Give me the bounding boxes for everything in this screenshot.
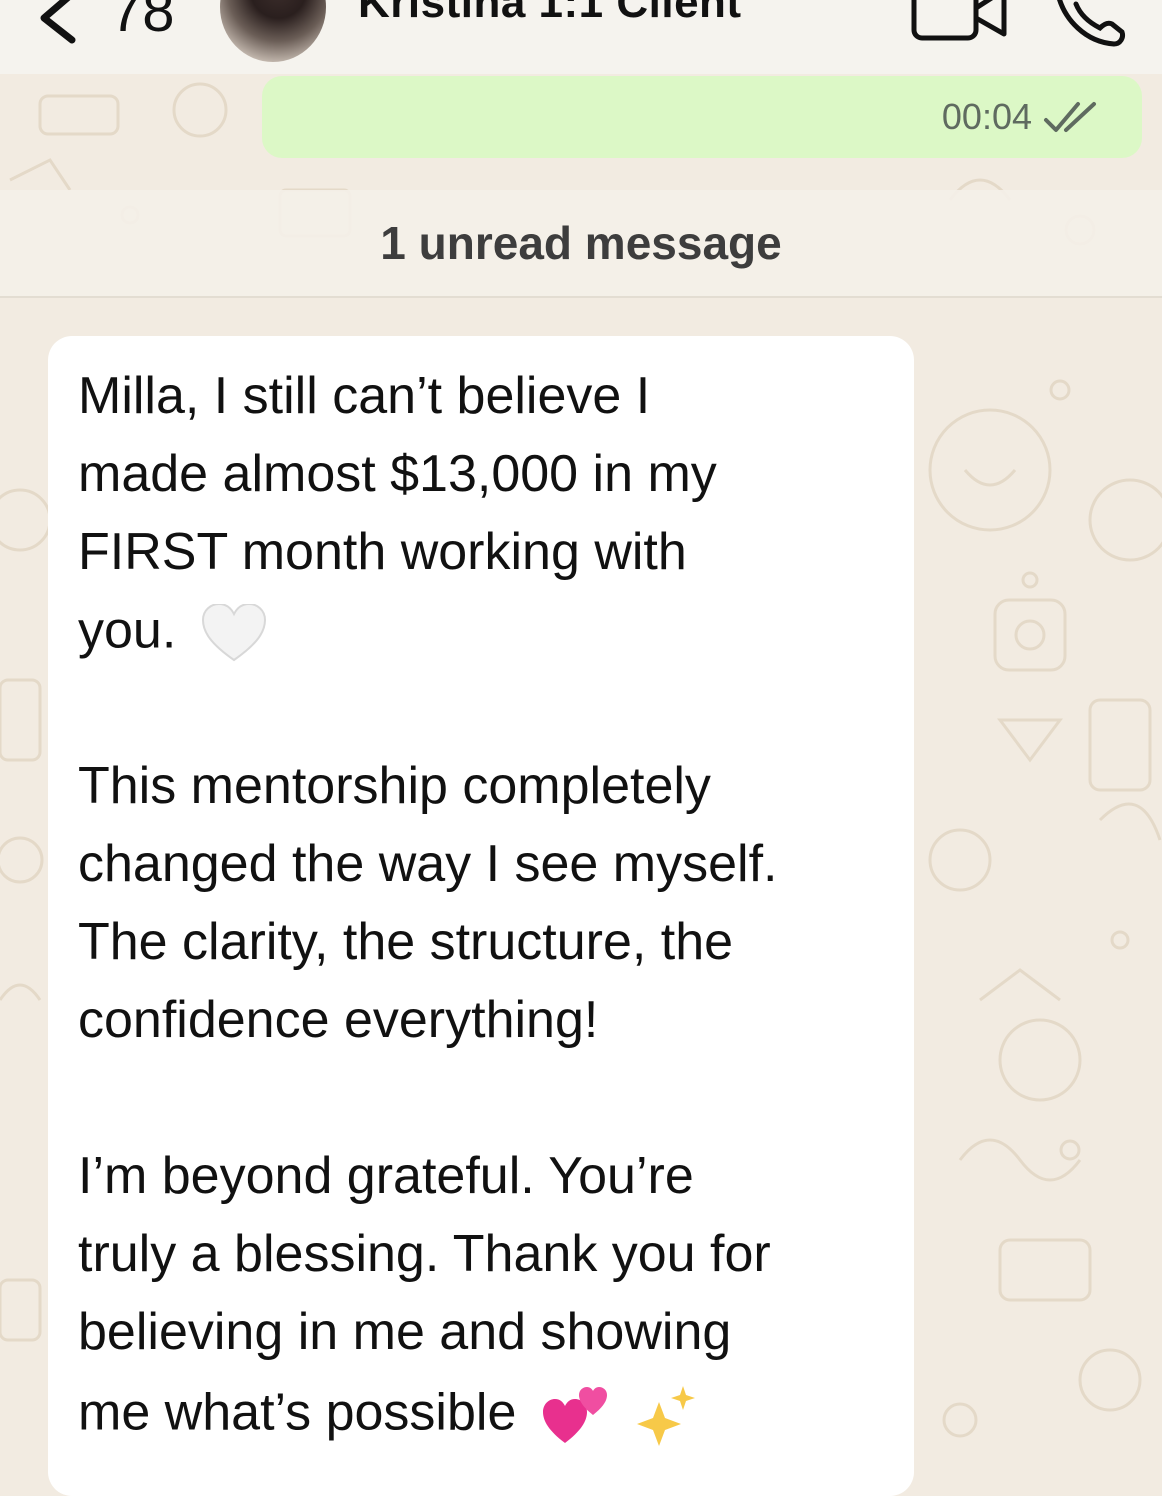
message-line-with-emoji: me what’s possible	[78, 1384, 699, 1448]
unread-messages-divider: 1 unread message	[0, 190, 1162, 298]
message-line: changed the way I see myself.	[78, 835, 778, 893]
message-line: you.	[78, 601, 177, 660]
voice-call-button[interactable]	[1050, 0, 1130, 50]
message-line: truly a blessing. Thank you for	[78, 1225, 771, 1283]
incoming-message-bubble[interactable]: Milla, I still can’t believe I made almo…	[48, 336, 914, 1496]
message-line: I’m beyond grateful. You’re	[78, 1147, 694, 1205]
avatar[interactable]	[220, 0, 326, 62]
video-camera-icon	[911, 0, 1007, 41]
two-hearts-icon	[542, 1387, 607, 1443]
message-line: This mentorship completely	[78, 757, 711, 815]
message-line-with-emoji: you.	[78, 604, 267, 664]
message-line: believing in me and showing	[78, 1303, 732, 1361]
message-line: FIRST month working with	[78, 523, 687, 581]
message-time: 00:04	[941, 96, 1032, 137]
sparkles-icon	[637, 1386, 696, 1446]
message-line: The clarity, the structure, the	[78, 913, 734, 971]
message-line: me what’s possible	[78, 1383, 517, 1442]
chevron-left-icon	[40, 0, 76, 44]
outgoing-message-bubble[interactable]: 00:04	[262, 76, 1142, 158]
phone-icon	[1057, 0, 1125, 47]
double-check-icon	[1044, 102, 1096, 132]
back-button[interactable]: 78	[20, 0, 175, 50]
message-line: made almost $13,000 in my	[78, 445, 717, 503]
unread-chats-count: 78	[110, 0, 175, 44]
white-heart-icon	[201, 604, 266, 662]
message-line: Milla, I still can’t believe I	[78, 367, 651, 425]
chat-title[interactable]: Kristina 1:1 Client	[358, 0, 742, 28]
unread-label: 1 unread message	[380, 217, 782, 269]
video-call-button[interactable]	[910, 0, 1010, 44]
message-line: confidence everything!	[78, 991, 599, 1049]
chat-header: 78 Kristina 1:1 Client	[0, 0, 1162, 74]
